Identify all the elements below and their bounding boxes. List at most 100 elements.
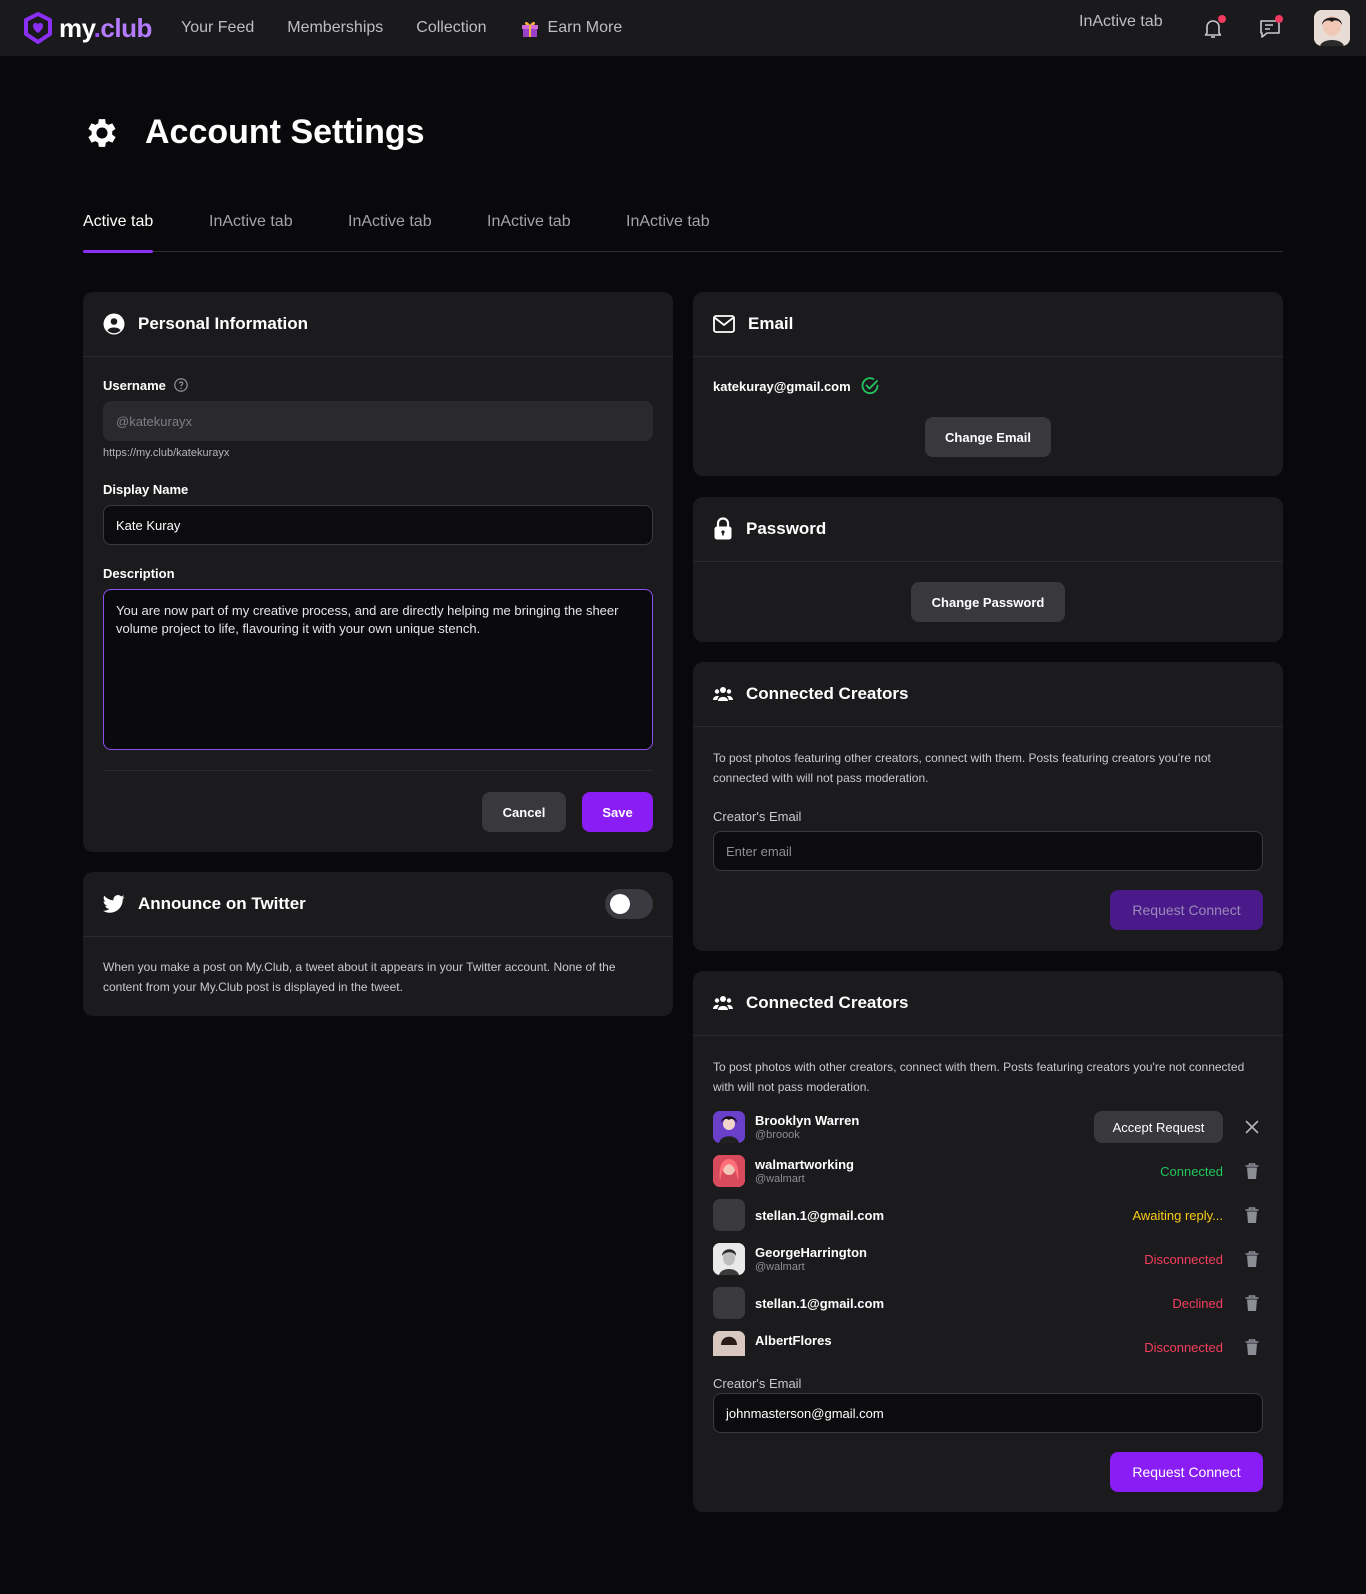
creator-avatar <box>713 1331 745 1356</box>
twitter-description: When you make a post on My.Club, a tweet… <box>103 960 616 994</box>
trash-icon[interactable] <box>1243 1206 1261 1224</box>
connected-creators-request-card: Connected Creators To post photos featur… <box>693 662 1283 951</box>
help-icon[interactable] <box>174 378 188 392</box>
creator-row: GeorgeHarrington @walmart Disconnected <box>713 1243 1263 1277</box>
creator-email-input[interactable]: johnmasterson@gmail.com <box>713 1393 1263 1433</box>
card-header: Email <box>693 292 1283 357</box>
card-title: Connected Creators <box>746 684 909 703</box>
trash-icon[interactable] <box>1243 1162 1261 1180</box>
logo-icon <box>24 12 52 44</box>
users-group-icon <box>713 996 733 1010</box>
creator-row: AlbertFlores Disconnected <box>713 1331 1263 1356</box>
creator-name: stellan.1@gmail.com <box>755 1208 884 1223</box>
trash-icon[interactable] <box>1243 1294 1261 1312</box>
chat-badge <box>1275 15 1283 23</box>
announce-twitter-card: Announce on Twitter When you make a post… <box>83 872 673 1016</box>
description-textarea[interactable]: You are now part of my creative process,… <box>103 589 653 750</box>
status-disconnected: Disconnected <box>1144 1340 1223 1355</box>
connected-description: To post photos with other creators, conn… <box>713 1060 1245 1094</box>
personal-information-card: Personal Information Username @katekuray… <box>83 292 673 852</box>
creator-avatar-placeholder <box>713 1199 745 1231</box>
verified-check-icon <box>861 377 879 394</box>
description-label: Description <box>103 566 175 581</box>
creator-handle: @walmart <box>755 1261 805 1273</box>
request-connect-button[interactable]: Request Connect <box>1110 1452 1263 1492</box>
active-tab-indicator <box>83 250 153 253</box>
creator-name: stellan.1@gmail.com <box>755 1296 884 1311</box>
nav-memberships[interactable]: Memberships <box>287 19 383 37</box>
logo[interactable]: my.club <box>23 12 152 44</box>
cancel-button[interactable]: Cancel <box>482 792 566 832</box>
notification-badge <box>1218 15 1226 23</box>
users-group-icon <box>713 687 733 701</box>
twitter-icon <box>103 895 125 913</box>
card-header: Password <box>693 497 1283 562</box>
user-avatar[interactable] <box>1314 10 1350 46</box>
main-nav: Your Feed Memberships Collection Earn Mo… <box>181 0 655 56</box>
status-connected: Connected <box>1160 1164 1223 1179</box>
user-circle-icon <box>103 313 125 335</box>
card-header: Connected Creators <box>693 971 1283 1036</box>
creator-name: Brooklyn Warren <box>755 1113 860 1128</box>
page-header: Account Settings <box>83 113 425 152</box>
tab-active[interactable]: Active tab <box>83 213 153 231</box>
card-title: Password <box>746 519 827 538</box>
email-value: katekuray@gmail.com <box>713 379 851 394</box>
tab-inactive-4[interactable]: InActive tab <box>626 213 710 231</box>
gear-icon <box>88 118 116 147</box>
tab-inactive-3[interactable]: InActive tab <box>487 213 571 231</box>
page-title: Account Settings <box>145 113 425 151</box>
accept-request-button[interactable]: Accept Request <box>1094 1111 1223 1143</box>
creator-name: AlbertFlores <box>755 1333 832 1348</box>
creator-avatar-placeholder <box>713 1287 745 1319</box>
creator-email-label: Creator's Email <box>713 809 802 824</box>
logo-text-club: club <box>100 12 152 43</box>
divider <box>103 770 653 771</box>
toggle-knob <box>610 894 630 914</box>
card-title: Connected Creators <box>746 993 909 1012</box>
nav-your-feed[interactable]: Your Feed <box>181 19 254 37</box>
username-field[interactable]: @katekurayx <box>103 401 653 441</box>
display-name-field[interactable]: Kate Kuray <box>103 505 653 545</box>
creator-email-input[interactable]: Enter email <box>713 831 1263 871</box>
card-title: Personal Information <box>138 314 309 333</box>
status-awaiting: Awaiting reply... <box>1132 1208 1223 1223</box>
card-header: Announce on Twitter <box>83 872 673 937</box>
creator-list[interactable]: Brooklyn Warren @broook Accept Request w… <box>713 1111 1263 1356</box>
status-disconnected: Disconnected <box>1144 1252 1223 1267</box>
top-inactive-tab[interactable]: InActive tab <box>1079 13 1163 31</box>
connected-description: To post photos featuring other creators,… <box>713 751 1211 785</box>
card-header: Connected Creators <box>693 662 1283 727</box>
mail-icon <box>713 315 735 333</box>
nav-collection[interactable]: Collection <box>416 19 486 37</box>
email-card: Email katekuray@gmail.com Change Email <box>693 292 1283 476</box>
creator-avatar <box>713 1111 745 1143</box>
creator-email-label: Creator's Email <box>713 1376 802 1391</box>
status-declined: Declined <box>1172 1296 1223 1311</box>
twitter-toggle[interactable] <box>605 889 653 919</box>
creator-row: walmartworking @walmart Connected <box>713 1155 1263 1189</box>
trash-icon[interactable] <box>1243 1338 1261 1356</box>
connected-creators-list-card: Connected Creators To post photos with o… <box>693 971 1283 1512</box>
username-label: Username <box>103 378 166 393</box>
save-button[interactable]: Save <box>582 792 653 832</box>
creator-name: GeorgeHarrington <box>755 1245 867 1260</box>
nav-earn-more-label: Earn More <box>547 19 623 36</box>
top-navigation-bar: my.club Your Feed Memberships Collection… <box>0 0 1366 56</box>
request-connect-button-disabled[interactable]: Request Connect <box>1110 890 1263 930</box>
nav-earn-more[interactable]: Earn More <box>520 18 623 38</box>
trash-icon[interactable] <box>1243 1250 1261 1268</box>
tab-inactive-1[interactable]: InActive tab <box>209 213 293 231</box>
change-email-button[interactable]: Change Email <box>925 417 1051 457</box>
tab-inactive-2[interactable]: InActive tab <box>348 213 432 231</box>
display-name-label: Display Name <box>103 482 189 497</box>
card-title: Announce on Twitter <box>138 894 306 913</box>
creator-name: walmartworking <box>755 1157 854 1172</box>
creator-avatar <box>713 1243 745 1275</box>
close-icon[interactable] <box>1243 1118 1261 1136</box>
creator-row: stellan.1@gmail.com Declined <box>713 1287 1263 1321</box>
creator-handle: @broook <box>755 1129 800 1141</box>
lock-icon <box>714 517 732 540</box>
change-password-button[interactable]: Change Password <box>911 582 1065 622</box>
gift-icon <box>521 21 538 37</box>
